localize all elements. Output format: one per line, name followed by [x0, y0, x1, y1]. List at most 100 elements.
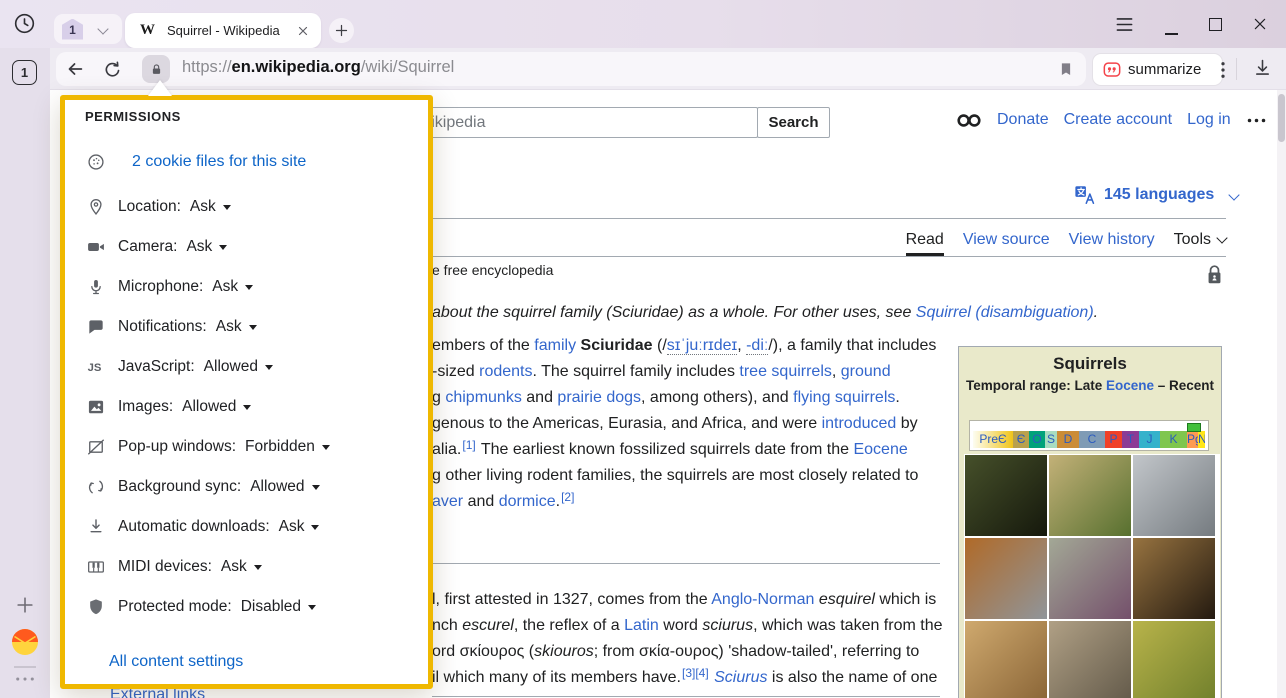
text-segment: word — [659, 617, 703, 634]
permission-value-dropdown[interactable]: Allowed — [204, 358, 273, 376]
geo-period-Pg[interactable]: Pg — [1187, 431, 1198, 448]
text-segment: sciurus — [702, 617, 753, 634]
link-create-account[interactable]: Create account — [1064, 111, 1173, 129]
permission-value-dropdown[interactable]: Disabled — [241, 598, 316, 616]
wiki-link[interactable]: introduced — [822, 415, 897, 432]
site-lock-badge[interactable] — [142, 55, 170, 83]
summarize-button[interactable]: summarize — [1092, 53, 1223, 86]
geo-period-O[interactable]: O — [1029, 431, 1045, 448]
new-tab-button[interactable] — [329, 18, 354, 43]
geo-period-S[interactable]: S — [1045, 431, 1057, 448]
sidebar-more-icon[interactable] — [15, 676, 35, 682]
text-line: genous to the Americas, Eurasia, and Afr… — [432, 411, 936, 437]
url-host: en.wikipedia.org — [232, 58, 361, 76]
wiki-link[interactable]: Eocene — [853, 441, 907, 458]
permission-value-dropdown[interactable]: Allowed — [182, 398, 251, 416]
permission-value-dropdown[interactable]: Allowed — [250, 478, 319, 496]
page-protection-lock-icon[interactable] — [1205, 263, 1224, 286]
wiki-link[interactable]: dormice — [499, 493, 556, 510]
wiki-link[interactable]: family — [534, 337, 576, 354]
geo-period-D[interactable]: D — [1057, 431, 1079, 448]
search-button[interactable]: Search — [757, 107, 830, 138]
wiki-link[interactable]: flying squirrels — [793, 389, 895, 406]
yandex-mail-icon[interactable] — [11, 628, 39, 656]
language-icon — [1074, 184, 1096, 206]
caret-down-icon — [223, 205, 231, 210]
images-icon — [86, 397, 106, 417]
tab-read[interactable]: Read — [906, 227, 944, 256]
window-close-button[interactable] — [1247, 0, 1273, 48]
sidebar-tab-counter[interactable]: 1 — [12, 60, 37, 85]
wiki-link[interactable]: Sciurus — [714, 669, 767, 686]
wiki-link[interactable]: prairie dogs — [557, 389, 641, 406]
geo-period-T[interactable]: T — [1122, 431, 1139, 448]
wiki-link[interactable]: ground — [841, 363, 891, 380]
squirrel-photo-6 — [1133, 538, 1215, 619]
wiki-link[interactable]: Squirrel (disambiguation) — [916, 304, 1094, 321]
tab-view-history[interactable]: View history — [1069, 227, 1155, 256]
more-options-icon[interactable] — [1220, 61, 1226, 79]
geo-period-C[interactable]: C — [1079, 431, 1105, 448]
tab-view-source[interactable]: View source — [963, 227, 1050, 256]
wiki-link[interactable]: tree squirrels — [739, 363, 831, 380]
history-clock-icon[interactable] — [13, 12, 36, 35]
permission-value-dropdown[interactable]: Ask — [190, 198, 231, 216]
text-segment: Temporal range: Late — [966, 378, 1106, 393]
tab-tools[interactable]: Tools — [1174, 227, 1226, 256]
permission-value-dropdown[interactable]: Ask — [216, 318, 257, 336]
geo-period-PreЄ[interactable]: PreЄ — [973, 431, 1013, 448]
wiki-link[interactable]: sɪˈjuːrɪdeɪ — [667, 337, 737, 355]
svg-text:JS: JS — [88, 362, 102, 374]
tab-close-icon[interactable] — [297, 25, 309, 37]
download-arrow-icon — [1252, 57, 1273, 78]
wiki-link[interactable]: aver — [432, 493, 463, 510]
text-segment: g other living rodent families, the squi… — [432, 467, 918, 484]
languages-selector[interactable]: 145 languages — [1074, 184, 1238, 206]
scrollbar-track[interactable] — [1277, 90, 1286, 698]
reload-button[interactable] — [102, 59, 123, 80]
back-button[interactable] — [64, 58, 86, 80]
wiki-link[interactable]: Latin — [624, 617, 659, 634]
link-log-in[interactable]: Log in — [1187, 111, 1231, 129]
link-donate[interactable]: Donate — [997, 111, 1049, 129]
wiki-link[interactable]: Eocene — [1106, 378, 1154, 393]
tab-squirrel-wikipedia[interactable]: W Squirrel - Wikipedia — [125, 13, 321, 48]
permission-row-location: Location:Ask — [86, 196, 231, 218]
geo-period-Є[interactable]: Є — [1013, 431, 1029, 448]
geo-period-P[interactable]: P — [1105, 431, 1122, 448]
squirrel-photo-3 — [1133, 455, 1215, 536]
geo-period-N[interactable]: N — [1198, 431, 1205, 448]
url-bar[interactable]: https://en.wikipedia.org/wiki/Squirrel — [182, 58, 454, 77]
all-content-settings-link[interactable]: All content settings — [109, 653, 243, 671]
geo-period-K[interactable]: K — [1160, 431, 1187, 448]
more-menu-icon[interactable] — [1246, 117, 1267, 124]
wiki-link[interactable]: chipmunks — [445, 389, 521, 406]
text-segment: and — [463, 493, 499, 510]
wiki-link[interactable]: [2] — [561, 490, 574, 504]
site-tagline: e free encyclopedia — [432, 262, 553, 278]
appearance-glasses-icon[interactable] — [956, 113, 982, 128]
scrollbar-thumb[interactable] — [1278, 94, 1285, 142]
maximize-button[interactable] — [1202, 0, 1228, 48]
bookmark-button[interactable] — [1057, 58, 1075, 80]
permission-value-dropdown[interactable]: Ask — [221, 558, 262, 576]
caret-down-icon — [243, 405, 251, 410]
cookie-files-link[interactable]: 2 cookie files for this site — [132, 153, 306, 171]
wiki-link[interactable]: [3][4] — [682, 666, 709, 680]
permission-value-dropdown[interactable]: Ask — [186, 238, 227, 256]
downloads-button[interactable] — [1252, 57, 1273, 78]
text-segment: . The squirrel family includes — [533, 363, 740, 380]
wiki-link[interactable]: -diː — [746, 337, 768, 355]
permission-value-dropdown[interactable]: Ask — [279, 518, 320, 536]
wiki-link[interactable]: rodents — [479, 363, 532, 380]
tab-group-pill[interactable]: 1 — [54, 14, 122, 44]
squirrel-photo-9 — [1133, 621, 1215, 698]
permission-label: Microphone: — [118, 278, 203, 296]
wiki-link[interactable]: Anglo-Norman — [711, 591, 814, 608]
browser-menu-button[interactable] — [1112, 0, 1136, 48]
permission-value-dropdown[interactable]: Forbidden — [245, 438, 330, 456]
wiki-link[interactable]: [1] — [462, 438, 475, 452]
sidebar-add-button[interactable] — [14, 594, 36, 616]
geo-period-J[interactable]: J — [1139, 431, 1160, 448]
permission-value-dropdown[interactable]: Ask — [212, 278, 253, 296]
